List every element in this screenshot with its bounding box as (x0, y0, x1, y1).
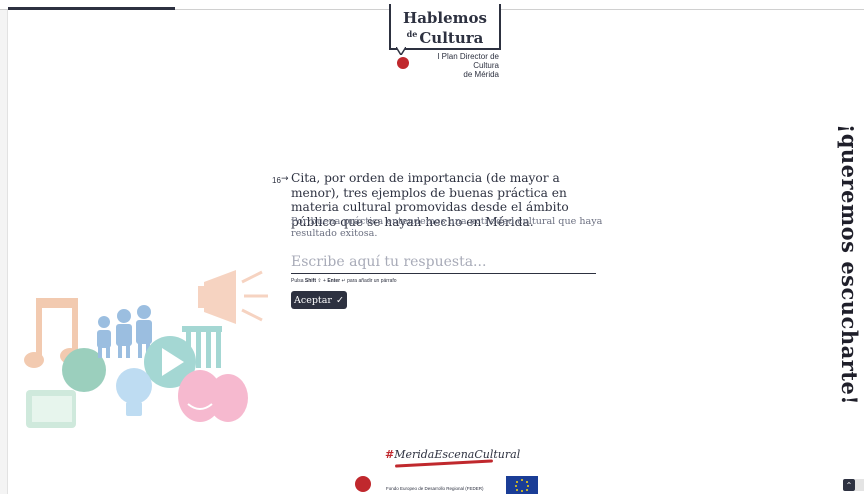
shift-icon: ⇧ (317, 278, 322, 284)
logo: Hablemos de Cultura (389, 4, 501, 50)
accept-button[interactable]: Aceptar ✓ (291, 291, 347, 309)
culture-illustration (24, 270, 268, 428)
chevron-up-icon[interactable]: ⌃ (843, 479, 855, 491)
merida-logo-icon (355, 476, 371, 492)
hint-prefix: Pulsa (291, 278, 304, 284)
hint-plus: + (323, 278, 326, 284)
eu-flag-icon (506, 476, 538, 494)
logo-subtitle-line1: I Plan Director de Cultura (437, 52, 499, 70)
progress-bar (8, 7, 175, 10)
side-banner: ¡queremos escucharte! (837, 124, 862, 406)
logo-subtitle-line2: de Mérida (463, 70, 499, 79)
logo-subtitle: I Plan Director de Cultura de Mérida (411, 52, 499, 79)
arrow-right-icon: → (281, 174, 289, 184)
check-icon: ✓ (335, 294, 344, 306)
logo-title-cultura: Cultura (419, 29, 484, 47)
question-description: Por buena práctica entendemos una activi… (291, 216, 603, 239)
logo-title-de: de (406, 29, 418, 39)
accept-button-label: Aceptar (294, 294, 332, 306)
window-left-edge (0, 0, 8, 494)
enter-icon: ↵ (341, 278, 346, 284)
paragraph-hint: Pulsa Shift ⇧ + Enter ↵ para añadir un p… (291, 278, 397, 284)
hashtag-text: MeridaEscenaCultural (394, 448, 521, 461)
hint-suffix: para añadir un párrafo (347, 278, 397, 284)
feder-text: Fondo Europeo de Desarrollo Regional (FE… (386, 486, 484, 491)
merida-seal-icon (397, 57, 409, 69)
answer-input[interactable] (291, 251, 596, 274)
hashtag: #MeridaEscenaCultural (385, 448, 521, 461)
logo-title-line2: de Cultura (391, 26, 499, 46)
question-number: 16 (272, 176, 281, 185)
hint-shift-key: Shift (304, 278, 317, 284)
logo-speech-tail (396, 47, 406, 55)
navigation-buttons: ⌃ (843, 479, 864, 494)
chevron-down-icon[interactable] (855, 479, 864, 491)
logo-title-line1: Hablemos (403, 9, 487, 27)
hint-enter-key: Enter (327, 278, 341, 284)
